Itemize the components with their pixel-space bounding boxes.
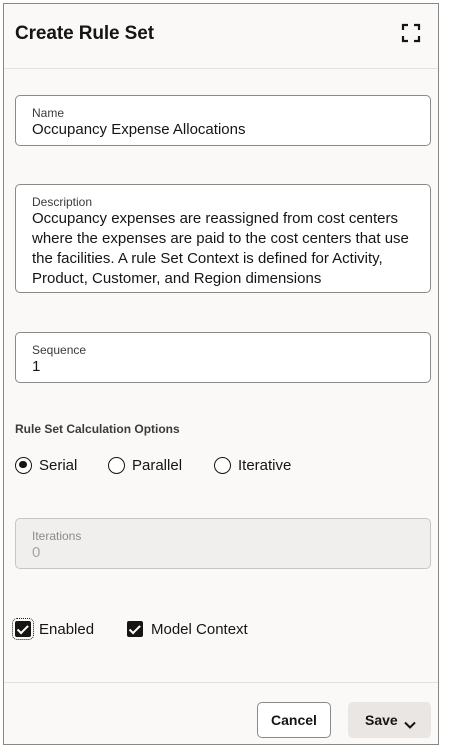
create-rule-set-dialog: Create Rule Set Name Occupancy Expense A… — [3, 3, 439, 745]
iterations-input: 0 — [32, 544, 41, 561]
description-label: Description — [32, 195, 93, 209]
radio-iterative-label: Iterative — [238, 456, 292, 474]
radio-unchecked-icon — [214, 456, 231, 474]
radio-iterative[interactable]: Iterative — [214, 455, 291, 475]
name-input[interactable]: Occupancy Expense Allocations — [32, 120, 418, 140]
name-label: Name — [32, 106, 65, 120]
cancel-button[interactable]: Cancel — [257, 702, 331, 738]
radio-parallel[interactable]: Parallel — [108, 455, 182, 475]
sequence-input[interactable]: 1 — [32, 357, 418, 377]
radio-serial[interactable]: Serial — [15, 455, 77, 475]
sequence-label: Sequence — [32, 343, 87, 357]
enabled-label: Enabled — [39, 620, 95, 638]
dialog-header: Create Rule Set — [4, 4, 438, 69]
footer-divider — [4, 682, 438, 683]
iterations-label: Iterations — [32, 529, 82, 543]
save-button[interactable]: Save — [348, 702, 431, 738]
checkbox-checked-icon — [12, 618, 34, 640]
cancel-button-label: Cancel — [271, 712, 317, 728]
expand-icon[interactable] — [400, 22, 422, 44]
radio-unchecked-icon — [108, 456, 125, 474]
radio-serial-label: Serial — [39, 456, 78, 474]
description-field[interactable]: Description Occupancy expenses are reass… — [15, 184, 431, 293]
checkbox-checked-icon — [127, 621, 143, 637]
dialog-title: Create Rule Set — [15, 23, 154, 44]
name-field[interactable]: Name Occupancy Expense Allocations — [15, 95, 431, 146]
chevron-down-icon[interactable] — [404, 716, 416, 732]
radio-checked-icon — [15, 456, 32, 474]
description-textarea[interactable]: Occupancy expenses are reassigned from c… — [32, 209, 418, 289]
enabled-checkbox[interactable]: Enabled — [12, 618, 95, 640]
model-context-checkbox[interactable]: Model Context — [127, 618, 248, 640]
sequence-field[interactable]: Sequence 1 — [15, 332, 431, 383]
radio-parallel-label: Parallel — [132, 456, 183, 474]
calculation-options-label: Rule Set Calculation Options — [15, 422, 180, 436]
save-button-label: Save — [365, 712, 398, 728]
model-context-label: Model Context — [151, 620, 248, 638]
iterations-field: Iterations 0 — [15, 518, 431, 569]
